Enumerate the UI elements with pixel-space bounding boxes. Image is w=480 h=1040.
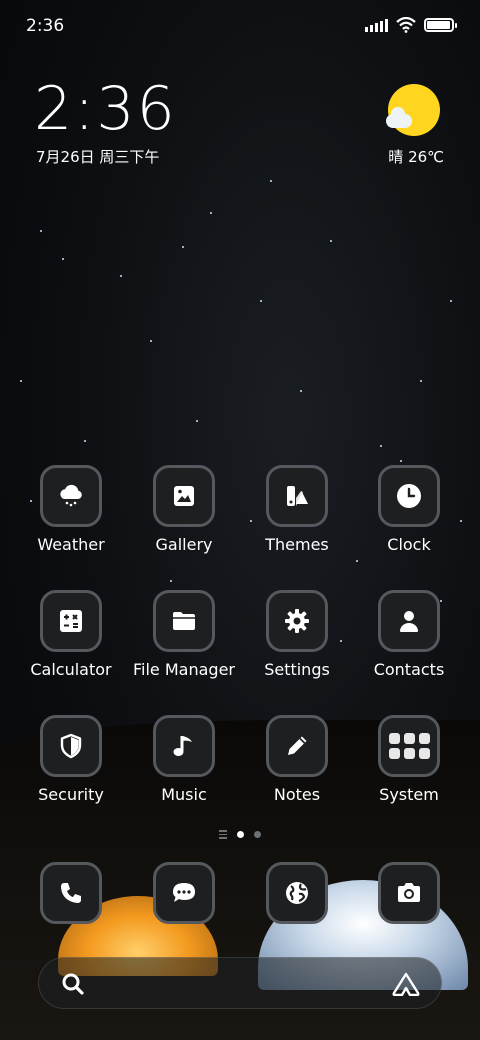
app-icon-weather[interactable] xyxy=(40,465,102,527)
shield-icon xyxy=(60,733,82,759)
app-icon-clock[interactable] xyxy=(378,465,440,527)
app-security[interactable]: Security xyxy=(16,715,126,804)
app-icon-security[interactable] xyxy=(40,715,102,777)
status-time: 2:36 xyxy=(26,16,65,36)
app-settings[interactable]: Settings xyxy=(242,590,352,679)
weather-widget[interactable] xyxy=(384,84,444,136)
app-clock[interactable]: Clock xyxy=(354,465,464,554)
app-icon-settings[interactable] xyxy=(266,590,328,652)
app-icon-gallery[interactable] xyxy=(153,465,215,527)
folder-grid-icon xyxy=(388,733,430,759)
assistant-icon[interactable] xyxy=(391,972,421,996)
person-icon xyxy=(400,611,418,632)
palette-icon xyxy=(287,486,308,506)
globe-icon xyxy=(286,882,308,904)
app-label: File Manager xyxy=(133,660,235,679)
dock-icon-camera[interactable] xyxy=(378,862,440,924)
calculator-icon xyxy=(60,610,82,632)
dock-camera[interactable] xyxy=(354,862,464,924)
page-dot-1[interactable] xyxy=(237,830,244,838)
app-icon-file-manager[interactable] xyxy=(153,590,215,652)
app-icon-music[interactable] xyxy=(153,715,215,777)
weather-widget-text[interactable]: 晴 26℃ xyxy=(388,146,444,167)
sun-with-cloud-icon xyxy=(386,84,440,136)
search-bar[interactable] xyxy=(38,957,442,1009)
app-drawer-indicator-icon[interactable] xyxy=(219,830,227,839)
cloud-rain-icon xyxy=(60,484,82,507)
app-label: Contacts xyxy=(373,660,445,679)
app-label: Calculator xyxy=(30,660,112,679)
music-note-icon xyxy=(173,736,192,756)
app-label: System xyxy=(379,785,439,804)
app-icon-notes[interactable] xyxy=(266,715,328,777)
dock-messages[interactable] xyxy=(129,862,239,924)
page-indicator[interactable] xyxy=(0,830,480,839)
wifi-icon xyxy=(396,17,416,33)
app-contacts[interactable]: Contacts xyxy=(354,590,464,679)
app-icon-contacts[interactable] xyxy=(378,590,440,652)
app-icon-system[interactable] xyxy=(378,715,440,777)
app-notes[interactable]: Notes xyxy=(242,715,352,804)
app-label: Weather xyxy=(37,535,105,554)
camera-icon xyxy=(398,883,420,902)
gear-icon xyxy=(285,609,309,633)
dock-icon-browser[interactable] xyxy=(266,862,328,924)
battery-level-fill xyxy=(427,21,450,29)
pencil-icon xyxy=(288,736,307,755)
app-system-folder[interactable]: System xyxy=(354,715,464,804)
app-calculator[interactable]: Calculator xyxy=(16,590,126,679)
clock-widget-time[interactable]: 2:36 xyxy=(34,74,177,144)
app-label: Themes xyxy=(265,535,329,554)
message-icon xyxy=(173,883,195,902)
app-label: Gallery xyxy=(155,535,213,554)
app-label: Music xyxy=(161,785,207,804)
dock-icon-messages[interactable] xyxy=(153,862,215,924)
status-bar: 2:36 xyxy=(0,0,480,50)
clock-icon xyxy=(397,484,421,508)
app-label: Settings xyxy=(264,660,330,679)
dock-icon-phone[interactable] xyxy=(40,862,102,924)
image-icon xyxy=(174,486,194,506)
dock-phone[interactable] xyxy=(16,862,126,924)
app-gallery[interactable]: Gallery xyxy=(129,465,239,554)
page-dot-2[interactable] xyxy=(254,830,261,838)
status-icons xyxy=(365,17,457,33)
signal-icon xyxy=(365,18,388,32)
app-themes[interactable]: Themes xyxy=(242,465,352,554)
app-file-manager[interactable]: File Manager xyxy=(129,590,239,679)
app-weather[interactable]: Weather xyxy=(16,465,126,554)
phone-icon xyxy=(61,883,81,903)
folder-icon xyxy=(173,612,195,630)
app-icon-calculator[interactable] xyxy=(40,590,102,652)
app-label: Notes xyxy=(273,785,321,804)
clock-widget-date[interactable]: 7月26日 周三下午 xyxy=(36,146,159,167)
app-label: Clock xyxy=(387,535,431,554)
dock-browser[interactable] xyxy=(242,862,352,924)
app-label: Security xyxy=(38,785,104,804)
app-music[interactable]: Music xyxy=(129,715,239,804)
battery-icon xyxy=(424,18,457,32)
app-icon-themes[interactable] xyxy=(266,465,328,527)
search-icon[interactable] xyxy=(61,972,85,996)
